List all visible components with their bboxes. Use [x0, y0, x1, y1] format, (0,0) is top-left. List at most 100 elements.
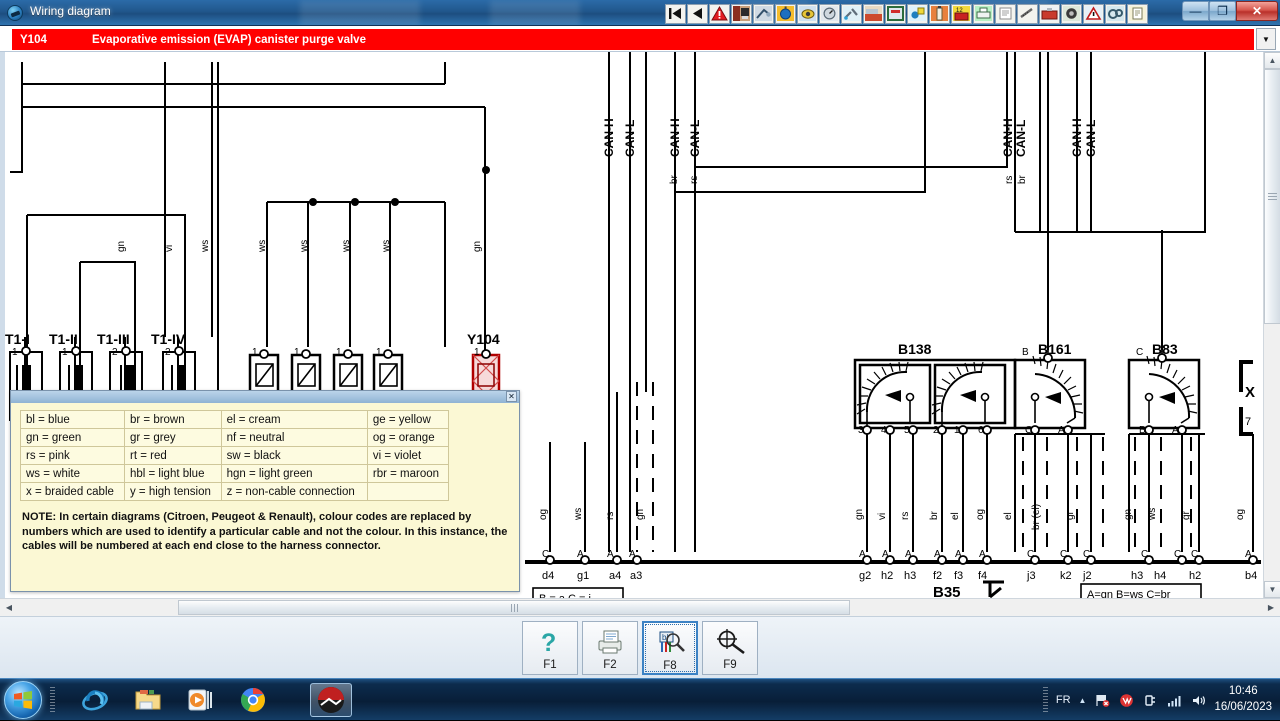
- svg-text:1: 1: [252, 347, 258, 358]
- belt-button[interactable]: [1105, 3, 1126, 24]
- diagram-vertical-scrollbar[interactable]: ▲ ▼: [1263, 52, 1280, 598]
- taskbar-item-google-chrome[interactable]: [233, 683, 273, 717]
- ruler-button[interactable]: [1017, 3, 1038, 24]
- component-description: Evaporative emission (EVAP) canister pur…: [92, 33, 366, 46]
- volume-speaker-icon[interactable]: [1190, 692, 1206, 708]
- wire-tool-button[interactable]: [753, 3, 774, 24]
- security-shield-icon[interactable]: [1118, 692, 1134, 708]
- door-button[interactable]: [731, 3, 752, 24]
- svg-text:A: A: [905, 549, 912, 560]
- svg-text:A: A: [859, 549, 866, 560]
- power-plug-icon[interactable]: [1142, 692, 1158, 708]
- taskbar-item-file-explorer[interactable]: [128, 683, 168, 717]
- camera-button[interactable]: [797, 3, 818, 24]
- vertical-scroll-thumb[interactable]: [1264, 69, 1280, 324]
- svg-text:B161: B161: [1038, 341, 1072, 357]
- svg-text:CAN-L: CAN-L: [623, 120, 637, 157]
- horizontal-scroll-thumb[interactable]: [178, 600, 850, 615]
- zoom-target-icon: [714, 626, 746, 658]
- svg-text:C: C: [1136, 347, 1143, 358]
- clock[interactable]: 10:46 16/06/2023: [1214, 684, 1272, 715]
- legend-cell: br = brown: [123, 410, 222, 429]
- tools-button[interactable]: [841, 3, 862, 24]
- scroll-left-button[interactable]: ◀: [1, 600, 17, 615]
- svg-text:C: C: [542, 549, 549, 560]
- taskbar-item-media-player[interactable]: [180, 683, 220, 717]
- stopwatch-button[interactable]: [775, 3, 796, 24]
- warning-triangle-button[interactable]: [709, 3, 730, 24]
- svg-text:rs: rs: [689, 176, 700, 184]
- previous-page-button[interactable]: [687, 3, 708, 24]
- language-indicator[interactable]: FR: [1056, 694, 1071, 706]
- legend-note: NOTE: In certain diagrams (Citroen, Peug…: [22, 511, 508, 553]
- svg-text:ws: ws: [381, 240, 392, 253]
- svg-text:B138: B138: [898, 341, 932, 357]
- svg-text:h3: h3: [904, 570, 916, 582]
- svg-text:?: ?: [541, 629, 556, 656]
- svg-text:og: og: [538, 509, 549, 520]
- start-button[interactable]: [4, 681, 42, 719]
- gauge-button[interactable]: [819, 3, 840, 24]
- legend-cell: nf = neutral: [220, 428, 368, 447]
- svg-text:rs: rs: [1004, 176, 1015, 184]
- taskbar-item-wiring-diagram[interactable]: [310, 683, 352, 717]
- scroll-up-button[interactable]: ▲: [1264, 52, 1280, 69]
- close-button[interactable]: ✕: [1236, 1, 1278, 21]
- svg-text:f2: f2: [933, 570, 942, 582]
- header-dropdown-button[interactable]: ▼: [1256, 28, 1276, 50]
- caution-button[interactable]: [1083, 3, 1104, 24]
- svg-text:br: br: [929, 510, 940, 520]
- svg-text:CAN-L: CAN-L: [688, 120, 702, 157]
- first-page-button[interactable]: [665, 3, 686, 24]
- scroll-down-button[interactable]: ▼: [1264, 581, 1280, 598]
- svg-text:el: el: [950, 512, 961, 520]
- vehicle-lift-button[interactable]: [885, 3, 906, 24]
- engine-bay-button[interactable]: [863, 3, 884, 24]
- tyre-button[interactable]: [1061, 3, 1082, 24]
- svg-text:og: og: [1235, 509, 1246, 520]
- maximize-button[interactable]: ❐: [1209, 1, 1236, 21]
- svg-text:gn: gn: [472, 241, 483, 252]
- legend-close-icon[interactable]: ✕: [506, 391, 517, 402]
- svg-text:1: 1: [336, 347, 342, 358]
- scroll-right-button[interactable]: ▶: [1263, 600, 1279, 615]
- function-key-f2[interactable]: F2: [582, 620, 638, 675]
- minimize-button[interactable]: —: [1182, 1, 1209, 21]
- printer-toolbar-button[interactable]: [973, 3, 994, 24]
- svg-text:B83: B83: [1152, 341, 1178, 357]
- taskbar-item-internet-explorer[interactable]: [75, 683, 115, 717]
- document-button[interactable]: [995, 3, 1016, 24]
- battery-button[interactable]: 12: [951, 3, 972, 24]
- legend-titlebar: ✕: [11, 391, 519, 403]
- svg-text:4: 4: [881, 425, 887, 436]
- signal-bars-icon[interactable]: [1166, 692, 1182, 708]
- legend-cell: hbl = light blue: [123, 464, 222, 483]
- svg-text:el: el: [1003, 512, 1014, 520]
- function-key-f9[interactable]: F9: [702, 620, 758, 675]
- toolbox-button[interactable]: [1039, 3, 1060, 24]
- table-row: gn = green gr = grey nf = neutral og = o…: [20, 428, 450, 447]
- notes-button[interactable]: [1127, 3, 1148, 24]
- function-key-f8[interactable]: bl F8: [642, 620, 698, 675]
- legend-cell: vi = violet: [366, 446, 450, 465]
- legend-cell: sw = black: [220, 446, 368, 465]
- show-hidden-icons-button[interactable]: ▲: [1079, 696, 1087, 705]
- svg-text:h3: h3: [1131, 570, 1143, 582]
- window-title: Wiring diagram: [30, 4, 111, 18]
- legend-cell: x = braided cable: [20, 482, 125, 501]
- svg-text:T1-II: T1-II: [49, 331, 78, 347]
- diagram-horizontal-scrollbar[interactable]: ◀ ▶: [0, 598, 1280, 616]
- svg-text:A: A: [1245, 549, 1252, 560]
- function-key-f1[interactable]: ? F1: [522, 620, 578, 675]
- svg-text:f4: f4: [978, 570, 987, 582]
- spray-can-button[interactable]: [929, 3, 950, 24]
- svg-text:A: A: [955, 549, 962, 560]
- svg-text:br (el): br (el): [1031, 504, 1042, 530]
- network-flag-icon[interactable]: [1094, 692, 1110, 708]
- svg-text:C: C: [1060, 549, 1067, 560]
- service-button[interactable]: [907, 3, 928, 24]
- component-code: Y104: [20, 33, 47, 46]
- svg-text:C: C: [1083, 549, 1090, 560]
- taskbar-divider: [50, 687, 55, 713]
- svg-text:A: A: [882, 549, 889, 560]
